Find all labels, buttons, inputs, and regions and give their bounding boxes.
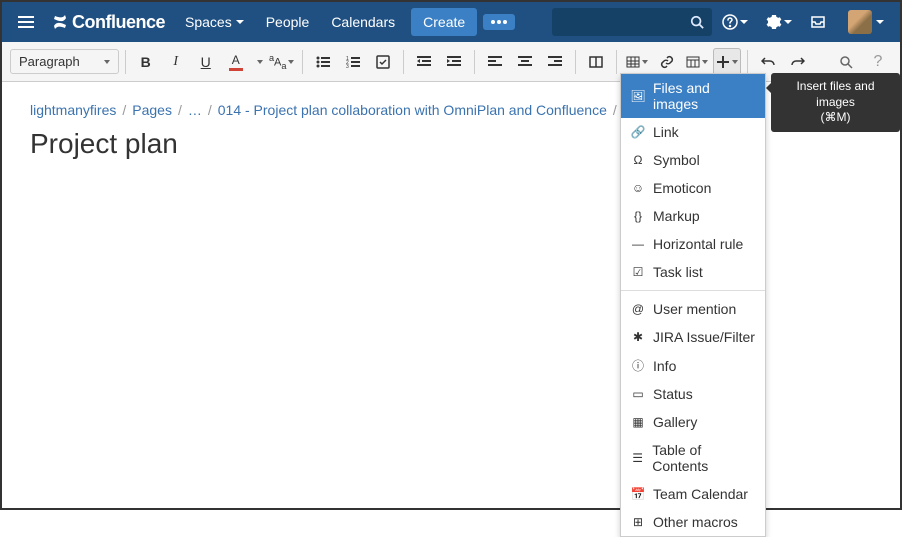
hamburger-menu[interactable] <box>10 8 42 36</box>
menu-item-icon: ▭ <box>631 387 645 401</box>
menu-item-label: Files and images <box>653 80 755 112</box>
menu-item-icon: 🖼 <box>631 89 645 103</box>
menu-item-label: Gallery <box>653 414 697 430</box>
menu-item-icon: ☰ <box>631 451 644 465</box>
menu-item-icon: — <box>631 237 645 251</box>
menu-item-label: User mention <box>653 301 736 317</box>
menu-item-icon: ⊞ <box>631 515 645 529</box>
menu-item-label: Markup <box>653 208 700 224</box>
menu-item-icon: Ω <box>631 153 645 167</box>
align-center-button[interactable] <box>511 48 539 76</box>
undo-button[interactable] <box>754 48 782 76</box>
menu-item-icon: 🔗 <box>631 125 645 139</box>
menu-item-label: JIRA Issue/Filter <box>653 329 755 345</box>
nav-right <box>552 4 892 40</box>
menu-item-label: Symbol <box>653 152 700 168</box>
insert-menu-item[interactable]: @ User mention <box>621 295 765 323</box>
menu-item-icon: @ <box>631 302 645 316</box>
link-button[interactable] <box>653 48 681 76</box>
insert-menu-item[interactable]: ☺ Emoticon <box>621 174 765 202</box>
insert-menu-item[interactable]: ⊞ Other macros <box>621 508 765 536</box>
create-button[interactable]: Create <box>411 8 477 36</box>
paragraph-select[interactable]: Paragraph <box>10 49 119 74</box>
nav-calendars[interactable]: Calendars <box>321 6 405 38</box>
insert-menu-item[interactable]: {} Markup <box>621 202 765 230</box>
insert-menu-item[interactable]: ▭ Status <box>621 380 765 408</box>
task-list-button[interactable] <box>369 48 397 76</box>
tooltip-line1: Insert files and images <box>781 79 890 110</box>
user-avatar[interactable] <box>836 4 892 40</box>
redo-button[interactable] <box>784 48 812 76</box>
menu-item-icon: {} <box>631 209 645 223</box>
insert-menu: 🖼 Files and images 🔗 Link Ω Symbol ☺ Emoticon {}… <box>620 73 766 537</box>
menu-item-icon: ☑ <box>631 265 645 279</box>
breadcrumb-item[interactable]: lightmanyfires <box>30 102 116 118</box>
avatar-image <box>848 10 872 34</box>
insert-menu-item[interactable]: 🖼 Files and images <box>621 74 765 118</box>
text-color-caret[interactable] <box>252 48 266 76</box>
insert-button[interactable] <box>713 48 741 76</box>
align-right-button[interactable] <box>541 48 569 76</box>
layout-button[interactable] <box>582 48 610 76</box>
menu-item-label: Link <box>653 124 679 140</box>
menu-item-label: Status <box>653 386 693 402</box>
menu-item-label: Horizontal rule <box>653 236 743 252</box>
bold-button[interactable]: B <box>132 48 160 76</box>
search-input[interactable] <box>552 8 712 36</box>
insert-menu-item[interactable]: ☰ Table of Contents <box>621 436 765 480</box>
svg-text:3: 3 <box>346 64 349 69</box>
menu-item-label: Emoticon <box>653 180 711 196</box>
number-list-button[interactable]: 123 <box>339 48 367 76</box>
italic-button[interactable]: I <box>162 48 190 76</box>
table2-button[interactable] <box>683 48 711 76</box>
menu-item-label: Task list <box>653 264 703 280</box>
insert-menu-item[interactable]: 📅 Team Calendar <box>621 480 765 508</box>
insert-menu-item[interactable]: 🔗 Link <box>621 118 765 146</box>
align-left-button[interactable] <box>481 48 509 76</box>
menu-item-icon: ☺ <box>631 181 645 195</box>
insert-menu-item[interactable]: ▦ Gallery <box>621 408 765 436</box>
menu-item-label: Table of Contents <box>652 442 755 474</box>
tooltip: Insert files and images (⌘M) <box>771 73 900 132</box>
menu-item-label: Other macros <box>653 514 738 530</box>
breadcrumb-item[interactable]: Pages <box>132 102 172 118</box>
find-button[interactable] <box>832 48 860 76</box>
tooltip-line2: (⌘M) <box>781 110 890 126</box>
confluence-logo[interactable]: Confluence <box>42 12 175 33</box>
logo-text: Confluence <box>72 12 165 33</box>
breadcrumb-item[interactable]: … <box>188 102 202 118</box>
text-color-button[interactable]: A <box>222 48 250 76</box>
inbox-icon[interactable] <box>802 8 834 36</box>
menu-item-icon: ▦ <box>631 415 645 429</box>
underline-button[interactable]: U <box>192 48 220 76</box>
settings-icon[interactable] <box>758 8 800 36</box>
more-button[interactable] <box>483 14 515 30</box>
insert-menu-item[interactable]: Ω Symbol <box>621 146 765 174</box>
help-button[interactable]: ? <box>864 48 892 76</box>
more-formatting-button[interactable]: aAa <box>268 48 296 76</box>
nav-items: Spaces People Calendars Create <box>175 6 515 38</box>
menu-item-icon: 📅 <box>631 487 645 501</box>
bullet-list-button[interactable] <box>309 48 337 76</box>
help-icon[interactable] <box>714 8 756 36</box>
menu-item-icon: ⓘ <box>631 357 645 374</box>
insert-menu-item[interactable]: ☑ Task list <box>621 258 765 286</box>
insert-menu-item[interactable]: ⓘ Info <box>621 351 765 380</box>
menu-item-icon: ✱ <box>631 330 645 344</box>
insert-menu-item[interactable]: ✱ JIRA Issue/Filter <box>621 323 765 351</box>
top-nav: Confluence Spaces People Calendars Creat… <box>2 2 900 42</box>
table-button[interactable] <box>623 48 651 76</box>
nav-spaces[interactable]: Spaces <box>175 6 254 38</box>
nav-people[interactable]: People <box>256 6 320 38</box>
menu-item-label: Info <box>653 358 676 374</box>
outdent-button[interactable] <box>410 48 438 76</box>
indent-button[interactable] <box>440 48 468 76</box>
insert-menu-item[interactable]: — Horizontal rule <box>621 230 765 258</box>
breadcrumb-item[interactable]: 014 - Project plan collaboration with Om… <box>218 102 607 118</box>
menu-item-label: Team Calendar <box>653 486 748 502</box>
menu-divider <box>621 290 765 291</box>
